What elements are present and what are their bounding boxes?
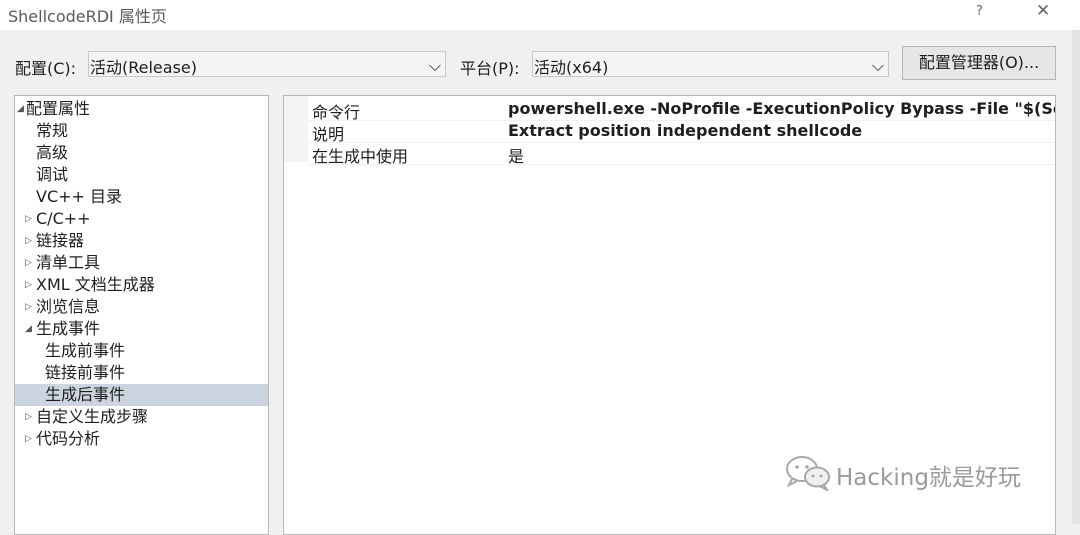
- tree-item-label: 自定义生成步骤: [36, 407, 149, 426]
- tree-item-advanced[interactable]: 高级: [15, 142, 268, 164]
- tree-item-linker[interactable]: ▷ 链接器: [15, 230, 268, 252]
- tree-item-label: 常规: [36, 121, 69, 140]
- expanded-arrow-icon[interactable]: ◢: [17, 98, 24, 120]
- collapsed-arrow-icon[interactable]: ▷: [25, 296, 32, 318]
- property-row-description[interactable]: 说明 Extract position independent shellcod…: [308, 120, 1055, 144]
- property-row-use-in-build[interactable]: 在生成中使用 是: [308, 142, 1055, 167]
- platform-dropdown-value: 活动(x64): [534, 58, 609, 77]
- property-value[interactable]: powershell.exe -NoProfile -ExecutionPoli…: [508, 99, 1055, 118]
- chevron-down-icon: ⌵: [871, 56, 884, 75]
- tree-item-label: 生成事件: [36, 319, 101, 338]
- collapsed-arrow-icon[interactable]: ▷: [25, 252, 32, 274]
- watermark-text: Hacking就是好玩: [836, 465, 1021, 491]
- tree-item-post-build-event[interactable]: 生成后事件: [15, 384, 268, 406]
- collapsed-arrow-icon[interactable]: ▷: [25, 274, 32, 296]
- config-dropdown[interactable]: 活动(Release) ⌵: [88, 51, 446, 77]
- window-title: ShellcodeRDI 属性页: [8, 7, 167, 26]
- chevron-down-icon: ⌵: [428, 56, 441, 75]
- tree-item-label: 代码分析: [36, 429, 101, 448]
- close-button[interactable]: ✕: [1036, 1, 1050, 21]
- tree-item-vc-directories[interactable]: VC++ 目录: [15, 186, 268, 208]
- property-tree[interactable]: ◢ 配置属性 常规 高级 调试 VC++ 目录 ▷ C/C++ ▷ 链接器 ▷ …: [14, 95, 269, 535]
- tree-item-label: 高级: [36, 143, 69, 162]
- tree-item-xml-doc-generator[interactable]: ▷ XML 文档生成器: [15, 274, 268, 296]
- config-manager-button[interactable]: 配置管理器(O)...: [902, 46, 1056, 80]
- tree-item-label: XML 文档生成器: [36, 275, 155, 294]
- tree-item-label: 浏览信息: [36, 297, 101, 316]
- expanded-arrow-icon[interactable]: ◢: [25, 318, 32, 340]
- collapsed-arrow-icon[interactable]: ▷: [25, 428, 32, 450]
- tree-item-label: 调试: [36, 165, 69, 184]
- title-bar: ShellcodeRDI 属性页 ? ✕: [0, 0, 1080, 30]
- platform-label: 平台(P):: [460, 59, 520, 78]
- collapsed-arrow-icon[interactable]: ▷: [25, 406, 32, 428]
- tree-item-build-events[interactable]: ◢ 生成事件: [15, 318, 268, 340]
- tree-item-pre-link-event[interactable]: 链接前事件: [15, 362, 268, 384]
- tree-item-label: 生成前事件: [45, 341, 126, 360]
- config-label: 配置(C):: [15, 59, 77, 78]
- tree-item-code-analysis[interactable]: ▷ 代码分析: [15, 428, 268, 450]
- tree-item-config-properties[interactable]: ◢ 配置属性: [15, 98, 268, 120]
- window-edge: [1072, 30, 1080, 524]
- tree-item-label: 链接器: [36, 231, 85, 250]
- tree-item-general[interactable]: 常规: [15, 120, 268, 142]
- property-name: 在生成中使用: [312, 147, 409, 166]
- tree-item-label: 配置属性: [26, 99, 91, 118]
- tree-item-custom-build-step[interactable]: ▷ 自定义生成步骤: [15, 406, 268, 428]
- property-value[interactable]: 是: [508, 143, 524, 167]
- tree-item-pre-build-event[interactable]: 生成前事件: [15, 340, 268, 362]
- tree-item-label: 生成后事件: [45, 385, 126, 404]
- help-button[interactable]: ?: [976, 4, 983, 19]
- tree-item-label: VC++ 目录: [36, 187, 123, 206]
- wechat-icon: [786, 456, 830, 491]
- platform-dropdown[interactable]: 活动(x64) ⌵: [532, 51, 889, 77]
- collapsed-arrow-icon[interactable]: ▷: [25, 208, 32, 230]
- grid-margin: [284, 96, 308, 162]
- collapsed-arrow-icon[interactable]: ▷: [25, 230, 32, 252]
- property-row-command-line[interactable]: 命令行 powershell.exe -NoProfile -Execution…: [308, 98, 1055, 122]
- tree-item-c-cpp[interactable]: ▷ C/C++: [15, 208, 268, 230]
- config-dropdown-value: 活动(Release): [90, 58, 198, 77]
- tree-item-browse-information[interactable]: ▷ 浏览信息: [15, 296, 268, 318]
- property-value[interactable]: Extract position independent shellcode: [508, 121, 862, 140]
- tree-item-manifest-tool[interactable]: ▷ 清单工具: [15, 252, 268, 274]
- tree-item-label: C/C++: [36, 209, 91, 228]
- tree-item-label: 清单工具: [36, 253, 101, 272]
- tree-item-debugging[interactable]: 调试: [15, 164, 268, 186]
- tree-item-label: 链接前事件: [45, 363, 126, 382]
